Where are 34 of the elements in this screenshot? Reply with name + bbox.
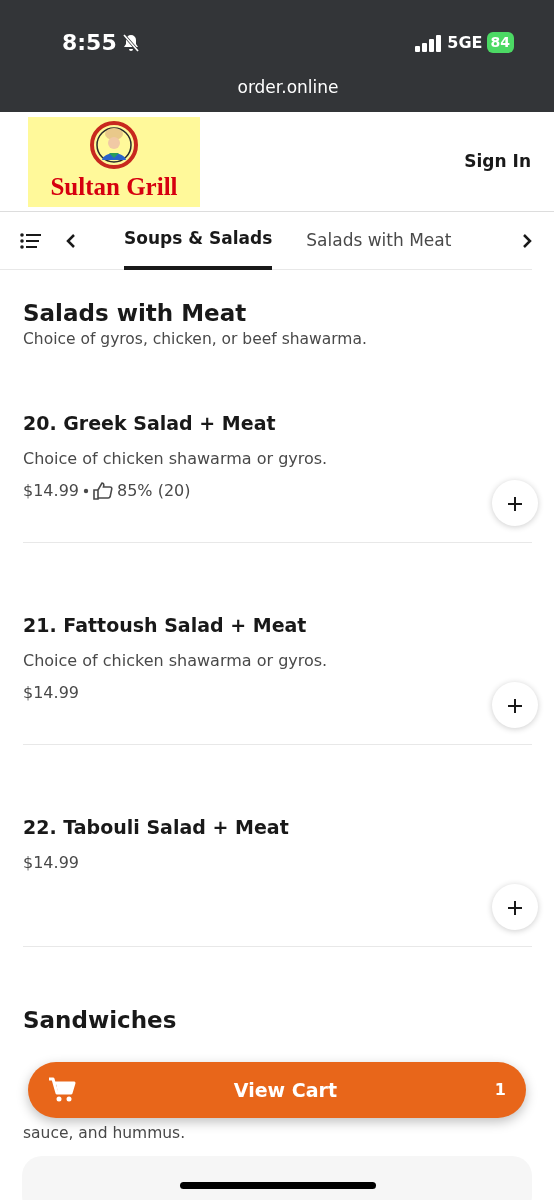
item-name: 20. Greek Salad + Meat <box>23 410 277 436</box>
section-title: Sandwiches <box>23 1006 178 1035</box>
separator-dot-icon <box>83 488 89 495</box>
plus-icon <box>508 496 522 511</box>
clock-time: 8:55 <box>62 29 117 57</box>
item-name: 21. Fattoush Salad + Meat <box>23 612 308 638</box>
sign-in-link[interactable]: Sign In <box>464 148 531 175</box>
battery-level: 84 <box>486 32 514 53</box>
muted-bell-icon <box>120 32 141 53</box>
plus-icon <box>508 698 522 713</box>
item-description: Choice of chicken shawarma or gyros. <box>23 650 329 673</box>
add-button[interactable] <box>492 883 538 930</box>
category-tab[interactable]: Soups & Salads <box>124 211 273 270</box>
signal-icon <box>415 33 444 52</box>
item-price: $14.99 <box>23 480 79 503</box>
item-rating: 85% (20) <box>117 480 191 503</box>
network-label: 5GE <box>447 31 483 54</box>
section-description: sauce, and hummus. <box>23 1123 187 1145</box>
item-price: $14.99 <box>23 852 79 875</box>
thumbs-up-icon <box>93 482 113 501</box>
add-button[interactable] <box>492 681 538 728</box>
emblem-drawing <box>89 119 139 170</box>
category-tab[interactable]: Salads with Meat <box>306 211 452 270</box>
item-price: $14.99 <box>23 682 79 705</box>
section-description: Choice of gyros, chicken, or beef shawarma. <box>23 328 368 350</box>
section-title: Salads with Meat <box>23 300 248 328</box>
url-label: order.online <box>236 76 340 99</box>
plus-icon <box>508 900 522 915</box>
item-description: Choice of chicken shawarma or gyros. <box>23 448 329 471</box>
cart-icon <box>48 1077 76 1103</box>
add-button[interactable] <box>492 479 538 526</box>
cart-count: 1 <box>494 1079 506 1101</box>
item-name: 22. Tabouli Salad + Meat <box>23 814 290 840</box>
logo-text: Sultan Grill <box>50 173 178 199</box>
